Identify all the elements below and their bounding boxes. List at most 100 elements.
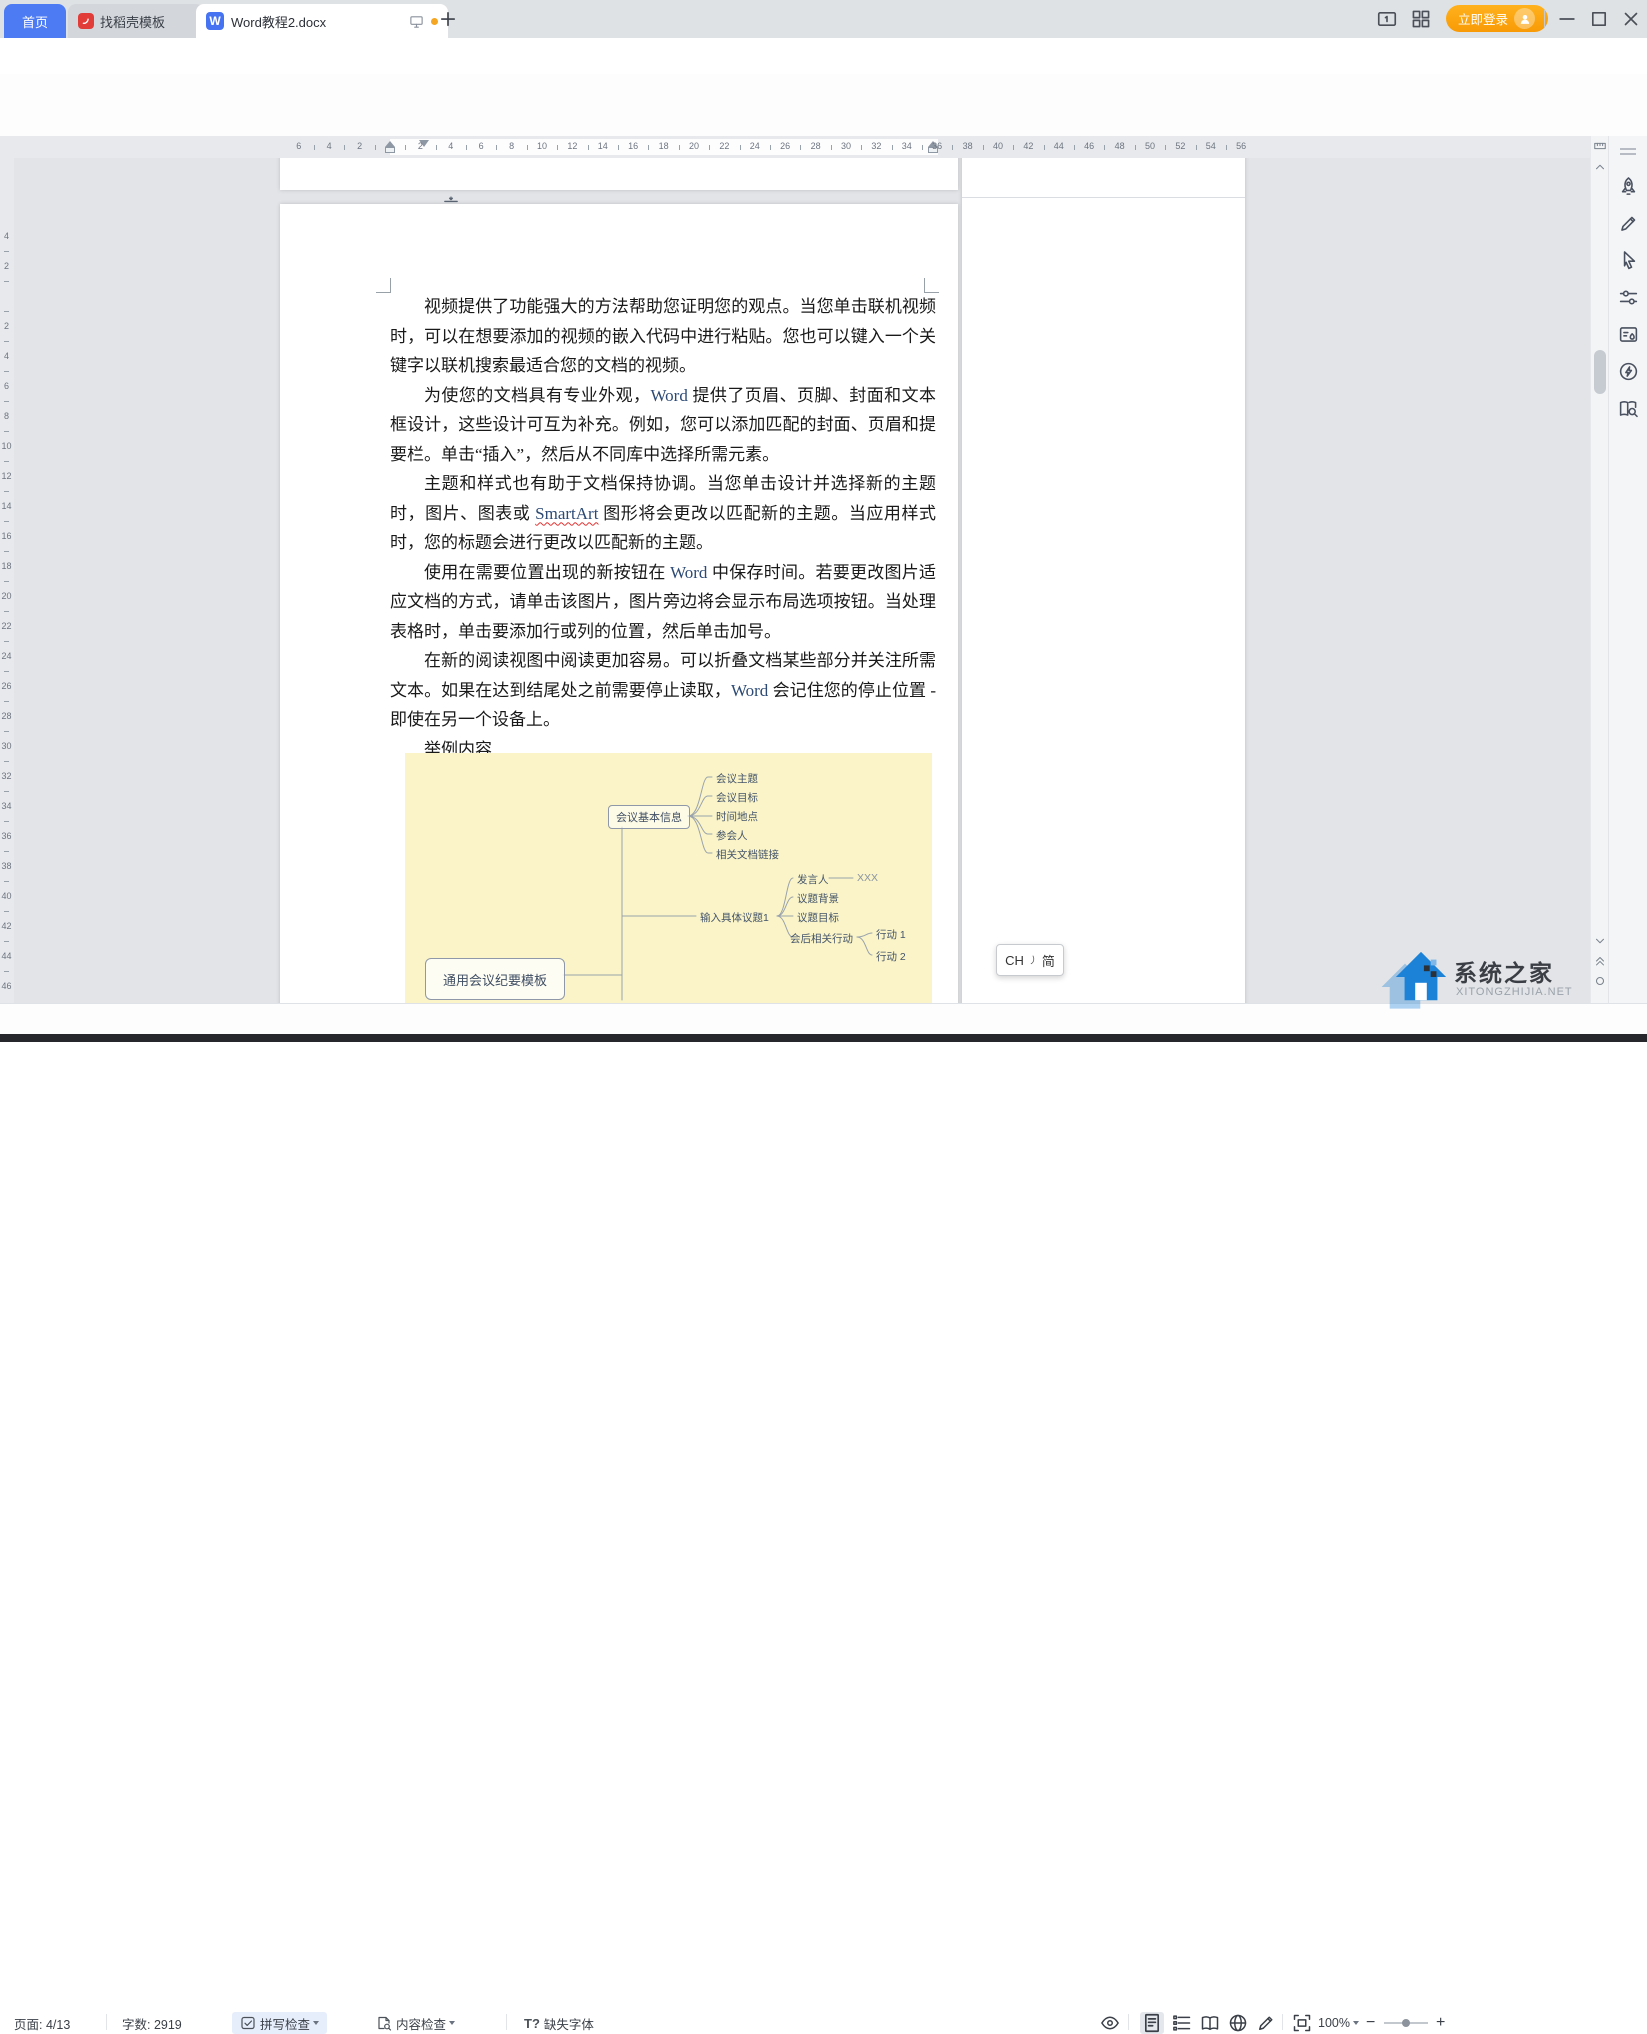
mindmap-node-basic-info[interactable]: 会议基本信息	[608, 805, 690, 829]
paragraph[interactable]: 使用在需要位置出现的新按钮在 Word 中保存时间。若要更改图片适应文档的方式，…	[390, 558, 936, 647]
mindmap-leaf[interactable]: 时间地点	[716, 809, 758, 824]
page[interactable]: 视频提供了功能强大的方法帮助您证明您的观点。当您单击联机视频时，可以在想要添加的…	[280, 204, 958, 1003]
word-count[interactable]: 字数: 2919	[122, 2014, 182, 2032]
ruler-tick	[1226, 145, 1227, 150]
sidebar-hot-card-icon[interactable]	[1618, 324, 1639, 345]
zoom-slider-thumb[interactable]	[1402, 2019, 1410, 2027]
screen-share-icon[interactable]	[409, 14, 424, 29]
paragraph[interactable]: 为使您的文档具有专业外观，Word 提供了页眉、页脚、封面和文本框设计，这些设计…	[390, 381, 936, 470]
ruler-corner	[0, 136, 14, 159]
spell-check-button[interactable]: 拼写检查	[232, 2012, 327, 2034]
mindmap-leaf[interactable]: 会议目标	[716, 790, 758, 805]
ruler-tick	[4, 431, 9, 432]
page-view-icon[interactable]	[1140, 2012, 1164, 2034]
ime-indicator[interactable]: CH 简	[996, 944, 1064, 976]
web-view-icon[interactable]	[1228, 2013, 1248, 2033]
ruler-toggle-icon[interactable]	[1593, 139, 1607, 153]
fit-page-icon[interactable]	[1292, 2013, 1312, 2033]
mindmap-image[interactable]: 会议基本信息 会议主题 会议目标 时间地点 参会人 相关文档链接 通用会议纪要模…	[405, 753, 932, 1003]
ruler-number: 46	[0, 981, 13, 991]
minimize-button[interactable]	[1556, 8, 1578, 30]
mindmap-leaf[interactable]: 发言人	[797, 872, 829, 887]
scroll-up-icon[interactable]	[1593, 160, 1607, 174]
mindmap-leaf-value[interactable]: XXX	[857, 872, 878, 884]
horizontal-ruler[interactable]: 6422468101214161820222426283032343638404…	[14, 136, 1590, 159]
ruler-number: 10	[0, 441, 13, 451]
zoom-level[interactable]: 100%	[1318, 2014, 1359, 2032]
tab-docer-template[interactable]: 找稻壳模板	[68, 4, 204, 38]
ruler-tick	[892, 145, 893, 150]
latin-text: Word	[731, 681, 768, 700]
mindmap-leaf[interactable]: 行动 1	[876, 927, 906, 942]
ruler-number: 22	[719, 141, 729, 151]
mindmap-root[interactable]: 通用会议纪要模板	[425, 958, 565, 1000]
read-view-icon[interactable]	[1200, 2013, 1220, 2033]
previous-page[interactable]	[280, 158, 958, 190]
eye-protection-icon[interactable]	[1100, 2013, 1120, 2033]
tab-home[interactable]: 首页	[4, 4, 66, 38]
ink-annotate-icon[interactable]	[1256, 2013, 1276, 2033]
sidebar-handle[interactable]	[1620, 148, 1636, 150]
sidebar-rocket-icon[interactable]	[1618, 176, 1639, 197]
ruler-tick	[1074, 145, 1075, 150]
sidebar-handle[interactable]	[1620, 153, 1636, 155]
new-tab-button[interactable]	[438, 9, 458, 29]
paragraph[interactable]: 在新的阅读视图中阅读更加容易。可以折叠文档某些部分并关注所需文本。如果在达到结尾…	[390, 646, 936, 735]
left-indent-marker[interactable]	[385, 147, 395, 153]
login-button[interactable]: 立即登录	[1446, 5, 1548, 32]
mindmap-leaf[interactable]: 议题目标	[797, 910, 839, 925]
ruler-tick	[4, 731, 9, 732]
tab-document[interactable]: W Word教程2.docx	[196, 4, 448, 38]
mindmap-node-topic1[interactable]: 输入具体议题1	[700, 910, 769, 925]
mindmap-leaf[interactable]: 行动 2	[876, 949, 906, 964]
ruler-tick	[618, 145, 619, 150]
ruler-tick	[1013, 145, 1014, 150]
ruler-number: 28	[0, 711, 13, 721]
mindmap-leaf[interactable]: 参会人	[716, 828, 748, 843]
ruler-number: 2	[418, 141, 423, 151]
page-indicator[interactable]: 页面: 4/13	[14, 2014, 70, 2032]
scrollbar-thumb[interactable]	[1594, 350, 1606, 394]
ruler-tick	[436, 145, 437, 150]
sidebar-lightning-icon[interactable]	[1618, 361, 1639, 382]
ruler-tick	[4, 371, 9, 372]
mindmap-leaf[interactable]: 相关文档链接	[716, 847, 779, 862]
document-canvas[interactable]: 视频提供了功能强大的方法帮助您证明您的观点。当您单击联机视频时，可以在想要添加的…	[14, 158, 1590, 1003]
content-check-button[interactable]: 内容检查	[368, 2012, 463, 2034]
ruler-number: 42	[1023, 141, 1033, 151]
outline-view-icon[interactable]	[1172, 2013, 1192, 2033]
word-file-icon: W	[206, 12, 224, 30]
adjacent-page[interactable]	[962, 158, 1245, 1003]
sidebar-book-search-icon[interactable]	[1618, 398, 1639, 419]
missing-font-button[interactable]: T? 缺失字体	[524, 2014, 594, 2032]
ruler-number: 10	[537, 141, 547, 151]
window-list-icon[interactable]	[1376, 8, 1398, 30]
sidebar-sliders-icon[interactable]	[1618, 287, 1639, 308]
ruler-number: 18	[659, 141, 669, 151]
ruler-number: 8	[509, 141, 514, 151]
window-grid-icon[interactable]	[1410, 8, 1432, 30]
unsaved-dot-icon	[431, 18, 438, 25]
zoom-in-button[interactable]: +	[1436, 2014, 1445, 2032]
sidebar-pen-icon[interactable]	[1618, 213, 1639, 234]
ruler-number: 12	[567, 141, 577, 151]
mindmap-leaf[interactable]: 会后相关行动	[790, 931, 853, 946]
ruler-number: 50	[1145, 141, 1155, 151]
vertical-scrollbar[interactable]	[1590, 136, 1609, 1003]
mindmap-leaf[interactable]: 议题背景	[797, 891, 839, 906]
mindmap-leaf[interactable]: 会议主题	[716, 771, 758, 786]
close-button[interactable]	[1620, 8, 1642, 30]
ruler-tick	[679, 145, 680, 150]
paragraph[interactable]: 主题和样式也有助于文档保持协调。当您单击设计并选择新的主题时，图片、图表或 Sm…	[390, 469, 936, 558]
maximize-button[interactable]	[1588, 8, 1610, 30]
ruler-tick	[800, 145, 801, 150]
ribbon: 粘贴 剪切 复制 格式刷 宋体 小四 A⁺ A⁻ wén 文 B I	[0, 74, 1647, 137]
ruler-number: 18	[0, 561, 13, 571]
paragraph[interactable]: 视频提供了功能强大的方法帮助您证明您的观点。当您单击联机视频时，可以在想要添加的…	[390, 292, 936, 381]
zoom-slider[interactable]	[1384, 2022, 1428, 2024]
vertical-ruler[interactable]: 4224681012141618202224262830323436384042…	[0, 158, 15, 1003]
document-text[interactable]: 视频提供了功能强大的方法帮助您证明您的观点。当您单击联机视频时，可以在想要添加的…	[390, 292, 936, 764]
zoom-out-button[interactable]: −	[1366, 2014, 1375, 2032]
ruler-number: 2	[357, 141, 362, 151]
sidebar-cursor-icon[interactable]	[1618, 250, 1639, 271]
